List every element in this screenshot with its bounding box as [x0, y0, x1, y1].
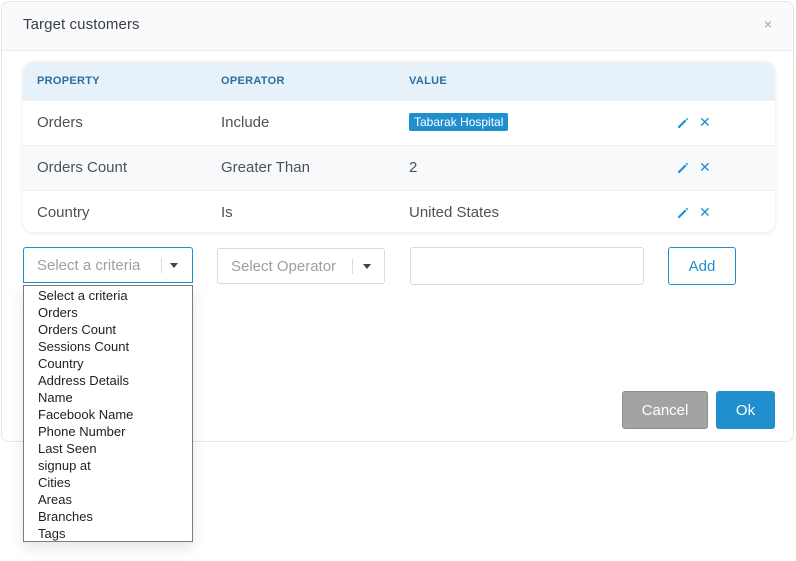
dropdown-option[interactable]: Address Details: [24, 372, 192, 389]
delete-icon[interactable]: ✕: [699, 114, 711, 131]
row-property: Orders Count: [37, 159, 128, 176]
header-property: PROPERTY: [37, 75, 100, 87]
dropdown-option[interactable]: Phone Number: [24, 423, 192, 440]
criteria-dropdown-list: Select a criteria Orders Orders Count Se…: [23, 285, 193, 542]
value-tag: Tabarak Hospital: [409, 113, 509, 131]
delete-icon[interactable]: ✕: [699, 204, 711, 221]
header-operator: OPERATOR: [221, 75, 285, 87]
table-row: Orders Include Tabarak Hospital ✕: [23, 100, 775, 145]
table-row: Orders Count Greater Than 2 ✕: [23, 145, 775, 190]
dropdown-option[interactable]: signup at: [24, 457, 192, 474]
row-property: Country: [37, 204, 90, 221]
delete-icon[interactable]: ✕: [699, 159, 711, 176]
row-operator: Is: [221, 204, 233, 221]
table-header: PROPERTY OPERATOR VALUE: [23, 62, 775, 100]
pencil-icon[interactable]: [676, 206, 690, 220]
criteria-select-placeholder: Select a criteria: [37, 257, 141, 274]
row-operator: Greater Than: [221, 159, 310, 176]
value-input[interactable]: [410, 247, 644, 285]
add-button[interactable]: Add: [668, 247, 736, 285]
chevron-down-icon[interactable]: [170, 263, 178, 268]
row-value: 2: [409, 159, 418, 176]
header-value: VALUE: [409, 75, 447, 87]
row-value: Tabarak Hospital: [409, 113, 509, 132]
row-value: United States: [409, 204, 500, 221]
dropdown-option[interactable]: Orders: [24, 304, 192, 321]
dropdown-option[interactable]: Country: [24, 355, 192, 372]
modal-title: Target customers: [23, 16, 140, 33]
table-row: Country Is United States ✕: [23, 190, 775, 232]
chevron-down-icon[interactable]: [363, 264, 371, 269]
dropdown-option[interactable]: Name: [24, 389, 192, 406]
close-icon[interactable]: ×: [764, 16, 772, 32]
criteria-select[interactable]: Select a criteria: [23, 247, 193, 283]
pencil-icon[interactable]: [676, 161, 690, 175]
dropdown-option[interactable]: Last Seen: [24, 440, 192, 457]
modal-header: Target customers ×: [2, 2, 793, 51]
criteria-table: PROPERTY OPERATOR VALUE Orders Include T…: [23, 62, 775, 232]
dropdown-option[interactable]: Areas: [24, 491, 192, 508]
pencil-icon[interactable]: [676, 116, 690, 130]
dropdown-option[interactable]: Facebook Name: [24, 406, 192, 423]
ok-button[interactable]: Ok: [716, 391, 775, 429]
dropdown-option[interactable]: Select a criteria: [24, 287, 192, 304]
dropdown-option[interactable]: Cities: [24, 474, 192, 491]
dropdown-option[interactable]: Tags: [24, 525, 192, 542]
cancel-button[interactable]: Cancel: [622, 391, 708, 429]
operator-select[interactable]: Select Operator: [217, 248, 385, 284]
operator-select-placeholder: Select Operator: [231, 258, 337, 275]
dropdown-option[interactable]: Sessions Count: [24, 338, 192, 355]
row-operator: Include: [221, 114, 270, 131]
dropdown-option[interactable]: Orders Count: [24, 321, 192, 338]
dropdown-option[interactable]: Branches: [24, 508, 192, 525]
row-property: Orders: [37, 114, 83, 131]
